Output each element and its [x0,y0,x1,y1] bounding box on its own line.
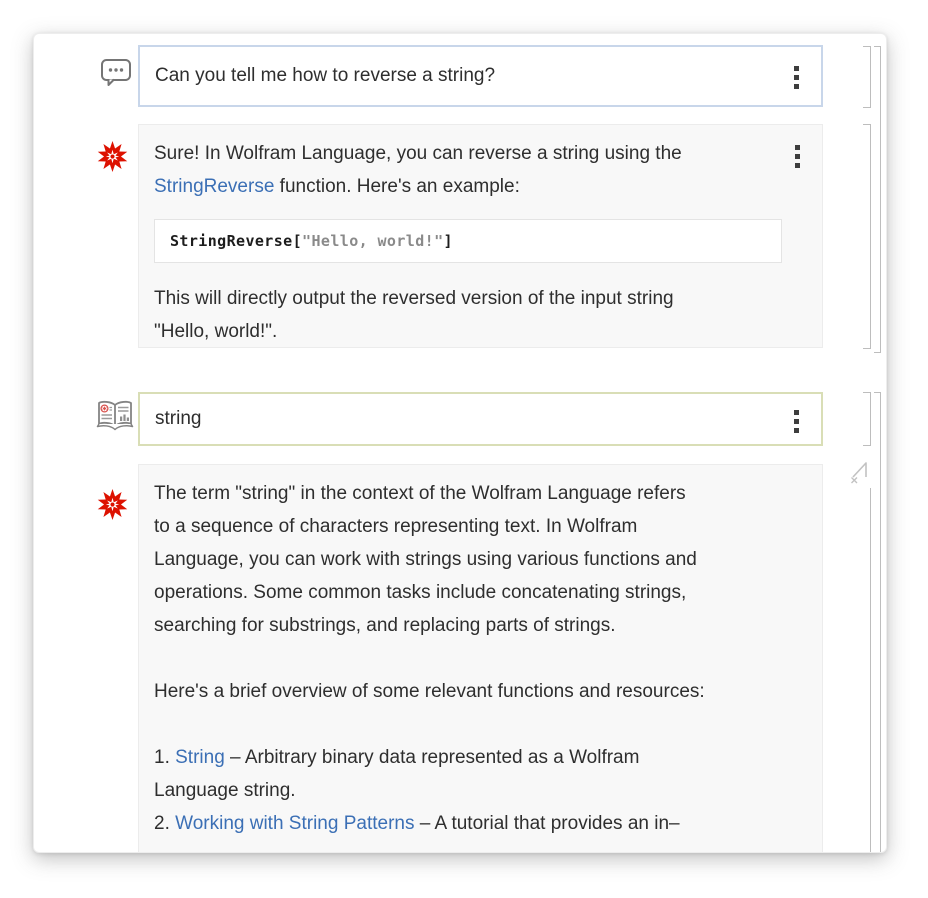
kebab-menu-icon[interactable] [794,410,800,433]
response-paragraph: Here's a brief overview of some relevant… [154,675,782,708]
list-number: 2. [154,813,175,834]
doc-chat-input-cell[interactable]: string [138,392,823,446]
chat-input-cell[interactable]: Can you tell me how to reverse a string? [138,45,823,107]
cell-group-bracket[interactable] [874,46,881,353]
cell-bracket-chat-input[interactable] [863,46,871,108]
cell-bracket-doc-input[interactable] [863,392,871,446]
group-toggle-icon[interactable] [849,460,871,488]
response-paragraph: This will directly output the reversed v… [154,282,782,348]
list-item-text: – Arbitrary binary data represented as a… [154,747,639,801]
ai-response-cell: The term "string" in the context of the … [138,464,823,853]
resource-list-item: 1. String – Arbitrary binary data repres… [154,741,782,807]
open-book-icon [95,398,135,434]
list-item-text: – A tutorial that provides an in– [414,813,679,834]
cell-group-bracket[interactable] [874,392,881,853]
response-text: Sure! In Wolfram Language, you can rever… [154,143,682,164]
code-open-bracket: [ [293,232,302,250]
string-patterns-link[interactable]: Working with String Patterns [175,813,414,834]
string-link[interactable]: String [175,747,225,768]
code-function: StringReverse [170,232,293,250]
code-block[interactable]: StringReverse["Hello, world!"] [154,219,782,263]
chat-input-text: Can you tell me how to reverse a string? [155,65,495,87]
response-text: function. Here's an example: [274,176,519,197]
response-paragraph: Sure! In Wolfram Language, you can rever… [154,137,782,203]
wolfram-spikey-icon [96,140,129,173]
ai-response-cell: Sure! In Wolfram Language, you can rever… [138,124,823,348]
kebab-menu-icon[interactable] [794,66,800,89]
notebook-window: Can you tell me how to reverse a string?… [33,33,887,853]
cell-bracket-ai-response[interactable] [863,124,871,349]
code-string-arg: "Hello, world!" [302,232,443,250]
response-paragraph: The term "string" in the context of the … [154,477,782,642]
doc-chat-input-text: string [155,408,201,430]
cell-bracket-ai-response[interactable] [863,463,871,853]
list-number: 1. [154,747,175,768]
speech-bubble-icon [100,57,133,88]
stringreverse-link[interactable]: StringReverse [154,176,274,197]
resource-list-item: 2. Working with String Patterns – A tuto… [154,807,782,840]
desktop-background: Can you tell me how to reverse a string?… [0,0,928,898]
kebab-menu-icon[interactable] [795,145,801,168]
wolfram-spikey-icon [96,488,129,521]
code-close-bracket: ] [444,232,453,250]
